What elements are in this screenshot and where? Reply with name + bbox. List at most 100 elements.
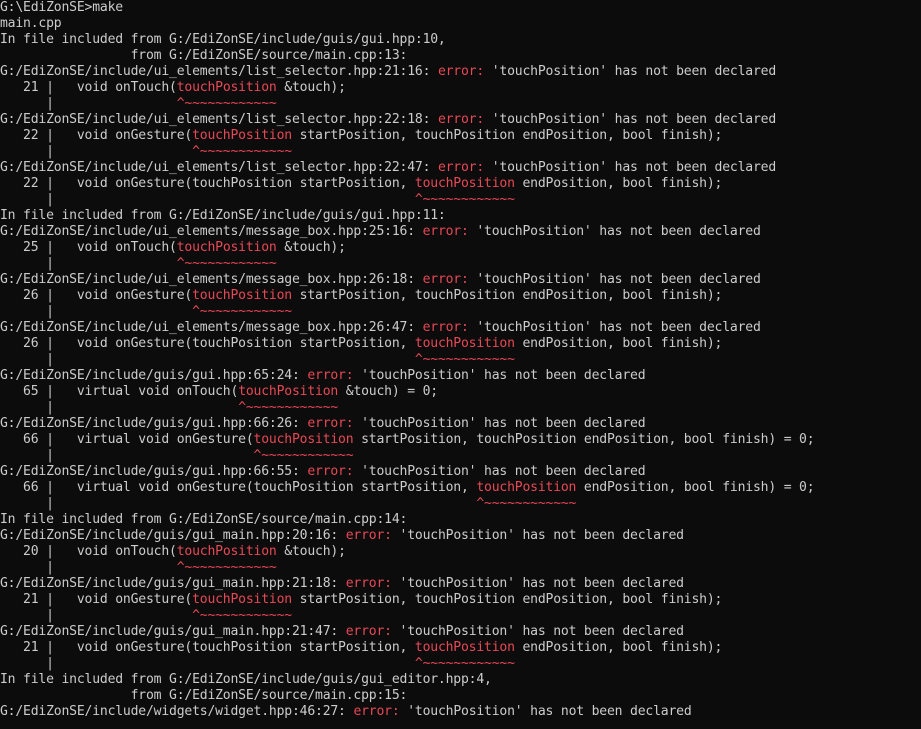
terminal-line: In file included from G:/EdiZonSE/source… [0,512,921,528]
output-text: 'touchPosition' has not been declared [399,704,692,719]
terminal-line: | ^~~~~~~~~~~~~ [0,560,921,576]
terminal-line: 26 | void onGesture(touchPosition startP… [0,288,921,304]
error-highlight-text: ^~~~~~~~~~~~~ [253,448,354,463]
terminal-line: 21 | void onGesture(touchPosition startP… [0,592,921,608]
terminal-line: G:/EdiZonSE/include/guis/gui.hpp:66:26: … [0,416,921,432]
error-highlight-text: touchPosition [176,544,277,559]
error-highlight-text: ^~~~~~~~~~~~~ [476,496,577,511]
error-highlight-text: error: [422,224,469,239]
terminal-line: 66 | virtual void onGesture(touchPositio… [0,432,921,448]
output-text: G:/EdiZonSE/include/guis/gui_main.hpp:21… [0,624,346,639]
terminal-line: G:/EdiZonSE/include/guis/gui_main.hpp:21… [0,624,921,640]
error-highlight-text: error: [353,704,400,719]
output-text: G:/EdiZonSE/include/guis/gui.hpp:66:26: [0,416,308,431]
output-text: startPosition, touchPosition endPosition… [353,432,815,447]
output-text: | [0,304,193,319]
error-highlight-text: touchPosition [176,80,277,95]
terminal-line: G:/EdiZonSE/include/ui_elements/list_sel… [0,112,921,128]
error-highlight-text: error: [437,112,485,127]
terminal-line: | ^~~~~~~~~~~~~ [0,304,921,320]
terminal-line: from G:/EdiZonSE/source/main.cpp:13: [0,48,921,64]
error-highlight-text: ^~~~~~~~~~~~~ [192,144,292,159]
terminal-line: 21 | void onTouch(touchPosition &touch); [0,80,921,96]
output-text: | [0,144,193,159]
output-text: endPosition, bool finish); [514,336,723,351]
error-highlight-text: touchPosition [414,336,515,351]
error-highlight-text: touchPosition [238,384,339,399]
terminal-output[interactable]: G:\EdiZonSE>make main.cpp In file included… [0,0,921,729]
terminal-line: 66 | virtual void onGesture(touchPositio… [0,480,921,496]
output-text: G:/EdiZonSE/include/ui_elements/list_sel… [0,160,438,175]
output-text: from G:/EdiZonSE/source/main.cpp:15: [0,688,408,703]
output-text: 'touchPosition' has not been declared [484,160,777,175]
terminal-line: G:/EdiZonSE/include/guis/gui.hpp:65:24: … [0,368,921,384]
output-text: In file included from G:/EdiZonSE/includ… [0,32,446,47]
output-text: 66 | virtual void onGesture(touchPositio… [0,480,477,495]
error-highlight-text: error: [345,576,392,591]
error-highlight-text: touchPosition [176,240,277,255]
output-text: 'touchPosition' has not been declared [468,320,761,335]
output-text: In file included from G:/EdiZonSE/source… [0,512,408,527]
terminal-line: | ^~~~~~~~~~~~~ [0,352,921,368]
terminal-line: G:/EdiZonSE/include/guis/gui.hpp:66:55: … [0,464,921,480]
error-highlight-text: ^~~~~~~~~~~~~ [176,560,277,575]
output-text: 21 | void onTouch( [0,80,177,95]
output-text: 22 | void onGesture(touchPosition startP… [0,176,415,191]
error-highlight-text: error: [422,320,469,335]
output-text: 'touchPosition' has not been declared [468,272,761,287]
output-text: | [0,256,177,271]
output-text: G:/EdiZonSE/include/guis/gui_main.hpp:20… [0,528,346,543]
output-text: | [0,656,415,671]
output-text: endPosition, bool finish) = 0; [576,480,815,495]
error-highlight-text: touchPosition [192,128,292,143]
terminal-line: 20 | void onTouch(touchPosition &touch); [0,544,921,560]
output-text: 'touchPosition' has not been declared [353,416,646,431]
output-text: | [0,192,415,207]
output-text: G:/EdiZonSE/include/ui_elements/message_… [0,272,423,287]
terminal-line: G:/EdiZonSE/include/ui_elements/list_sel… [0,160,921,176]
output-text: G:\EdiZonSE>make [0,0,123,15]
output-text: G:/EdiZonSE/include/guis/gui.hpp:66:55: [0,464,308,479]
output-text: 'touchPosition' has not been declared [391,624,684,639]
error-highlight-text: ^~~~~~~~~~~~~ [414,192,515,207]
terminal-line: 22 | void onGesture(touchPosition startP… [0,128,921,144]
terminal-line: 21 | void onGesture(touchPosition startP… [0,640,921,656]
output-text: 20 | void onTouch( [0,544,177,559]
output-text: &touch); [276,240,346,255]
error-highlight-text: ^~~~~~~~~~~~~ [414,656,515,671]
output-text: G:/EdiZonSE/include/guis/gui_main.hpp:21… [0,576,346,591]
output-text: 66 | virtual void onGesture( [0,432,254,447]
terminal-line: from G:/EdiZonSE/source/main.cpp:15: [0,688,921,704]
terminal-line: In file included from G:/EdiZonSE/includ… [0,208,921,224]
error-highlight-text: touchPosition [476,480,577,495]
error-highlight-text: error: [437,64,485,79]
output-text: startPosition, touchPosition endPosition… [291,592,723,607]
error-highlight-text: error: [307,416,354,431]
output-text: 'touchPosition' has not been declared [353,368,646,383]
output-text: G:/EdiZonSE/include/ui_elements/message_… [0,320,423,335]
output-text: G:/EdiZonSE/include/ui_elements/list_sel… [0,64,438,79]
terminal-line: 65 | virtual void onTouch(touchPosition … [0,384,921,400]
output-text: | [0,496,477,511]
output-text: endPosition, bool finish); [514,176,723,191]
error-highlight-text: error: [345,528,392,543]
output-text: G:/EdiZonSE/include/ui_elements/list_sel… [0,112,438,127]
output-text: from G:/EdiZonSE/source/main.cpp:13: [0,48,408,63]
error-highlight-text: ^~~~~~~~~~~~~ [176,96,277,111]
output-text: G:/EdiZonSE/include/guis/gui.hpp:65:24: [0,368,308,383]
terminal-line: 22 | void onGesture(touchPosition startP… [0,176,921,192]
error-highlight-text: error: [345,624,392,639]
output-text: 26 | void onGesture(touchPosition startP… [0,336,415,351]
output-text: G:/EdiZonSE/include/widgets/widget.hpp:4… [0,704,354,719]
terminal-line: | ^~~~~~~~~~~~~ [0,96,921,112]
terminal-line: | ^~~~~~~~~~~~~ [0,656,921,672]
terminal-line: G:/EdiZonSE/include/guis/gui_main.hpp:20… [0,528,921,544]
output-text: 'touchPosition' has not been declared [391,576,684,591]
output-text: 'touchPosition' has not been declared [484,64,777,79]
error-highlight-text: ^~~~~~~~~~~~~ [414,352,515,367]
terminal-line: main.cpp [0,16,921,32]
terminal-line: | ^~~~~~~~~~~~~ [0,256,921,272]
output-text: | [0,608,193,623]
terminal-line: G:/EdiZonSE/include/widgets/widget.hpp:4… [0,704,921,720]
terminal-line: | ^~~~~~~~~~~~~ [0,192,921,208]
